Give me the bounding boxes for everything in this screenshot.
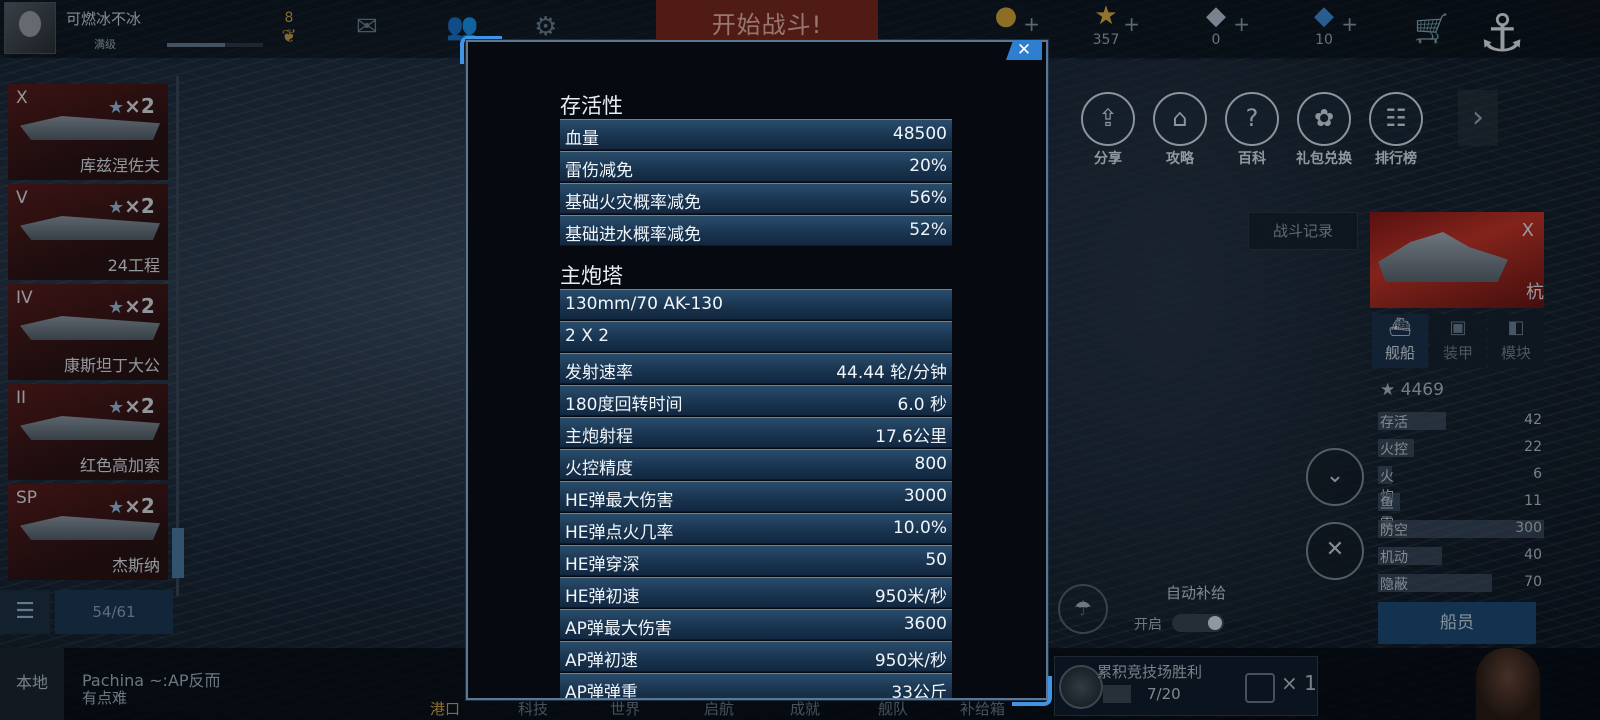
stat-key: 基础火灾概率减免: [565, 193, 701, 213]
stat-key: HE弹点火几率: [565, 523, 674, 543]
stat-value: 52%: [909, 220, 947, 240]
stat-key: HE弹初速: [565, 587, 640, 607]
stat-row: 火控精度 800: [560, 449, 952, 480]
ship-stats-modal: 存活性 血量 48500 雷伤减免 20% 基础火灾概率减免 56% 基础进水概率减免…: [466, 40, 1048, 700]
stat-value: 950米/秒: [874, 587, 947, 607]
stat-key: HE弹穿深: [565, 555, 640, 575]
stat-key: 火控精度: [565, 459, 633, 479]
stat-key: 130mm/70 AK-130: [565, 294, 723, 314]
stat-value: 800: [914, 454, 947, 474]
stat-value: 50: [925, 550, 947, 570]
stat-value: 3000: [903, 486, 947, 506]
stat-row: 2 X 2: [560, 321, 952, 352]
stat-value: 56%: [909, 188, 947, 208]
stat-value: 44.44 轮/分钟: [836, 363, 947, 383]
stat-row: 主炮射程 17.6公里: [560, 417, 952, 448]
stat-key: HE弹最大伤害: [565, 491, 674, 511]
stat-value: 6.0 秒: [897, 395, 947, 415]
stat-value: 33公斤: [891, 683, 947, 698]
stat-value: 20%: [909, 156, 947, 176]
stat-key: 主炮射程: [565, 427, 633, 447]
stat-row: HE弹穿深 50: [560, 545, 952, 576]
modal-corner-decoration: [1012, 676, 1052, 706]
stat-row: 雷伤减免 20%: [560, 151, 952, 182]
stat-key: 发射速率: [565, 363, 633, 383]
stat-key: 2 X 2: [565, 326, 610, 346]
stat-key: 基础进水概率减免: [565, 225, 701, 245]
stat-row: 血量 48500: [560, 119, 952, 150]
stat-key: 血量: [565, 129, 599, 149]
stats-scroll-area[interactable]: 存活性 血量 48500 雷伤减免 20% 基础火灾概率减免 56% 基础进水概率减免…: [468, 42, 1046, 698]
stat-row: HE弹最大伤害 3000: [560, 481, 952, 512]
stat-row: AP弹最大伤害 3600: [560, 609, 952, 640]
stat-row: HE弹初速 950米/秒: [560, 577, 952, 608]
stat-key: AP弹最大伤害: [565, 619, 672, 639]
stat-value: 3600: [903, 614, 947, 634]
stat-row: AP弹弹重 33公斤: [560, 673, 952, 698]
stat-value: 10.0%: [892, 518, 947, 538]
stat-value: 48500: [892, 124, 947, 144]
stat-row: 基础进水概率减免 52%: [560, 215, 952, 246]
stat-row: HE弹点火几率 10.0%: [560, 513, 952, 544]
stat-key: AP弹弹重: [565, 683, 638, 698]
stat-key: 180度回转时间: [565, 395, 683, 415]
stat-key: 雷伤减免: [565, 161, 633, 181]
stat-value: 950米/秒: [874, 651, 947, 671]
stat-row: 180度回转时间 6.0 秒: [560, 385, 952, 416]
stat-row: 基础火灾概率减免 56%: [560, 183, 952, 214]
stat-row: 发射速率 44.44 轮/分钟: [560, 353, 952, 384]
stat-row: AP弹初速 950米/秒: [560, 641, 952, 672]
section-title-survivability: 存活性: [560, 94, 623, 118]
section-title-main-turret: 主炮塔: [560, 264, 623, 288]
stat-key: AP弹初速: [565, 651, 638, 671]
stat-value: 17.6公里: [875, 427, 947, 447]
stat-row: 130mm/70 AK-130: [560, 289, 952, 320]
